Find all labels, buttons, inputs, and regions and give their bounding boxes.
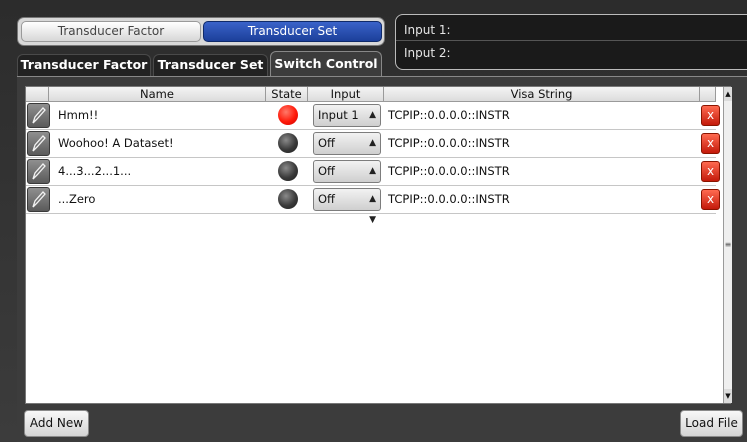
pencil-icon [32,163,46,180]
delete-row-button[interactable]: x [701,161,720,182]
input-select-value: Input 1 [318,108,359,122]
edit-row-button[interactable] [27,187,50,212]
delete-row-button[interactable]: x [701,133,720,154]
input-select-value: Off [318,164,335,178]
table-row: Hmm!! Input 1▲▼ TCPIP::0.0.0.0::INSTR x [26,102,720,141]
state-led-off [278,161,298,181]
input2-label: Input 2: [404,46,451,60]
visa-string[interactable]: TCPIP::0.0.0.0::INSTR [388,102,510,129]
input-select-value: Off [318,192,335,206]
tab-transducer-factor[interactable]: Transducer Factor [17,54,151,76]
state-led-off [278,189,298,209]
delete-icon: x [706,192,715,206]
table-row: ...Zero Off ▲ ▼ TCPIP::0.0.0.0::INSTR x [26,186,720,225]
table-row: 4...3...2...1... Off▲▼ TCPIP::0.0.0.0::I… [26,158,720,197]
delete-icon: x [706,108,715,122]
pencil-icon [32,135,46,152]
pencil-icon [32,107,46,124]
input-status-panel: Input 1: Input 2: [395,14,747,70]
delete-row-button[interactable]: x [701,189,720,210]
column-header-edit [26,87,49,102]
delete-icon: x [706,136,715,150]
input-select[interactable]: Off▲▼ [313,160,381,197]
row-name[interactable]: Woohoo! A Dataset! [58,130,174,157]
column-header-name: Name [49,87,266,102]
scroll-up-icon[interactable]: ▲ [724,87,732,101]
delete-row-button[interactable]: x [701,105,720,126]
edit-row-button[interactable] [27,103,50,128]
switch-control-panel: Name State Input Visa String Hmm!! Input… [17,76,747,442]
column-header-state: State [266,87,308,102]
tab-transducer-set[interactable]: Transducer Set [153,54,268,76]
mode-transducer-factor-button[interactable]: Transducer Factor [21,21,201,42]
add-new-button[interactable]: Add New [24,410,89,437]
row-name[interactable]: Hmm!! [58,102,98,129]
edit-row-button[interactable] [27,131,50,156]
state-led-off [278,133,298,153]
scroll-grip-icon[interactable]: ≡ [724,241,732,249]
visa-string[interactable]: TCPIP::0.0.0.0::INSTR [388,130,510,157]
input-select-value: Off [318,136,335,150]
visa-string[interactable]: TCPIP::0.0.0.0::INSTR [388,158,510,185]
tab-switch-control[interactable]: Switch Control [270,51,382,77]
pencil-icon [32,191,46,208]
column-header-visa-string: Visa String [384,87,700,102]
table-row: Woohoo! A Dataset! Off▲▼ TCPIP::0.0.0.0:… [26,130,720,169]
delete-icon: x [706,164,715,178]
state-led-on [278,105,298,125]
visa-string[interactable]: TCPIP::0.0.0.0::INSTR [388,186,510,213]
input-select[interactable]: Off▲▼ [313,132,381,169]
row-name[interactable]: 4...3...2...1... [58,158,131,185]
column-header-input: Input [308,87,384,102]
vertical-scrollbar[interactable]: ▲ ≡ ▼ [723,87,732,403]
input-select[interactable]: Input 1▲▼ [313,104,381,141]
column-header-delete [700,87,716,102]
select-arrows-icon: ▲▼ [369,194,376,225]
scroll-down-icon[interactable]: ▼ [724,389,732,403]
switch-table: Name State Input Visa String Hmm!! Input… [25,86,732,404]
input-select[interactable]: Off ▲▼ [313,188,381,225]
row-name[interactable]: ...Zero [58,186,95,213]
input1-label: Input 1: [396,19,747,41]
edit-row-button[interactable] [27,159,50,184]
load-file-button[interactable]: Load File [680,410,743,437]
mode-transducer-set-button[interactable]: Transducer Set [203,21,382,42]
